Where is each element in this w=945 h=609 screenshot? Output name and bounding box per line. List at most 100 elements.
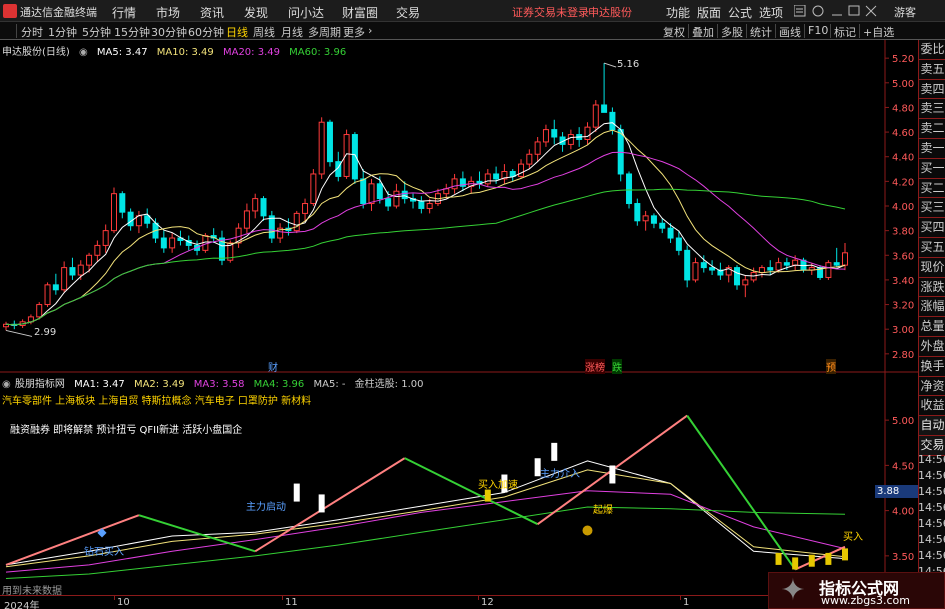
y-tick-label: 4.00 [892, 202, 914, 213]
candle-body [418, 200, 425, 209]
tool-add-watchlist[interactable]: +自选 [863, 24, 894, 40]
panel-item-sell3[interactable]: 卖三 [919, 99, 945, 120]
menu-item-news[interactable]: 资讯 [200, 4, 224, 21]
period-tab-5min[interactable]: 5分钟 [82, 24, 111, 40]
kline-chart-panel[interactable]: 5.20 5.00 4.80 4.60 4.40 4.20 4.00 3.80 3.60 3.40… [0, 40, 945, 374]
event-marker-gainers[interactable]: 涨榜 [585, 359, 605, 374]
candle-body [268, 215, 275, 239]
panel-item-netasset[interactable]: 净资 [919, 377, 945, 397]
candle-body [36, 304, 43, 318]
signal-bar [293, 483, 300, 502]
panel-item-buy5[interactable]: 买五 [919, 238, 945, 258]
y-tick-label: 3.20 [892, 301, 914, 312]
candle-body [160, 237, 167, 249]
menu-item-layout[interactable]: 版面 [697, 4, 721, 21]
y-tick-label: 3.00 [892, 325, 914, 336]
period-tab-more[interactable]: 更多 [343, 24, 365, 40]
event-marker-finance[interactable]: 财 [268, 359, 278, 374]
menu-item-markets[interactable]: 市场 [156, 4, 180, 21]
event-marker-forecast[interactable]: 预 [826, 359, 836, 374]
watermark-logo: ✦ 指标公式网 www.zbgs3.com [768, 572, 945, 609]
candle-body [119, 193, 126, 213]
panel-item-outer[interactable]: 外盘 [919, 337, 945, 357]
panel-item-buy2[interactable]: 买二 [919, 179, 945, 199]
ignite-icon [582, 525, 593, 536]
period-tab-intraday[interactable]: 分时 [21, 24, 43, 40]
panel-item-turnover[interactable]: 换手 [919, 357, 945, 377]
signal-diamond-buy: 钻石买入 [84, 547, 124, 558]
indicator-chart-panel[interactable]: 5.00 4.50 4.00 3.50 ◆ ◉ 股朋指标网 MA1: 3.47 MA2:… [0, 373, 945, 595]
menu-item-trade[interactable]: 交易 [396, 4, 420, 21]
guest-label[interactable]: 游客 [894, 4, 916, 20]
y-tick-label: 4.20 [892, 177, 914, 188]
panel-item-sell1[interactable]: 卖一 [919, 139, 945, 159]
event-marker-losers[interactable]: 跌 [612, 359, 622, 374]
tick-time: 14:56 [918, 501, 945, 514]
panel-item-sell2[interactable]: 卖二 [919, 119, 945, 139]
panel-item-pct[interactable]: 涨幅 [919, 297, 945, 318]
period-tab-30min[interactable]: 30分钟 [151, 24, 187, 40]
panel-item-buy1[interactable]: 买一 [919, 159, 945, 179]
period-tab-60min[interactable]: 60分钟 [188, 24, 224, 40]
indicator-settings-icon[interactable]: ◉ [2, 379, 11, 390]
period-tab-weekly[interactable]: 周线 [253, 24, 275, 40]
panel-item-sell4[interactable]: 卖四 [919, 80, 945, 100]
maximize-icon[interactable] [848, 5, 860, 16]
login-status[interactable]: 证券交易未登录 [512, 4, 589, 20]
panel-item-weibi[interactable]: 委比 [919, 40, 945, 60]
period-tab-multi[interactable]: 多周期 [308, 24, 341, 40]
candle-body [609, 111, 616, 131]
panel-item-sell5[interactable]: 卖五 [919, 60, 945, 80]
future-data-note: 用到未来数据 [2, 586, 62, 597]
candle-body [592, 104, 599, 128]
close-icon[interactable] [865, 5, 877, 17]
panel-item-price[interactable]: 现价 [919, 258, 945, 278]
candle-body [667, 227, 674, 239]
panel-item-volume[interactable]: 总量 [919, 317, 945, 337]
tool-fuquan[interactable]: 复权 [663, 24, 685, 40]
panel-item-buy4[interactable]: 买四 [919, 218, 945, 238]
tool-multistock[interactable]: 多股 [721, 24, 743, 40]
ma20-label: MA20: 3.49 [222, 47, 280, 58]
kline-chart-svg[interactable]: 5.20 5.00 4.80 4.60 4.40 4.20 4.00 3.80 3.60 3.40… [0, 40, 945, 373]
candle-body [842, 252, 848, 266]
candle-body [833, 262, 840, 266]
y-tick-label: 4.40 [892, 153, 914, 164]
candle-body [692, 262, 699, 281]
y-tick-label: 5.00 [892, 79, 914, 90]
tool-overlay[interactable]: 叠加 [692, 24, 714, 40]
tool-stats[interactable]: 统计 [750, 24, 772, 40]
panel-item-change[interactable]: 涨跌 [919, 278, 945, 298]
menu-item-ask[interactable]: 问小达 [288, 4, 324, 21]
menu-item-options[interactable]: 选项 [759, 4, 783, 21]
period-tab-1min[interactable]: 1分钟 [48, 24, 77, 40]
ma20-line [5, 151, 846, 326]
skin-icon[interactable] [812, 5, 824, 17]
panel-item-auto[interactable]: 自动 [919, 416, 945, 436]
candle-body [792, 259, 799, 266]
menu-item-discover[interactable]: 发现 [244, 4, 268, 21]
ind-ma2-label: MA2: 3.49 [133, 379, 185, 390]
menu-item-function[interactable]: 功能 [666, 4, 690, 21]
current-value-badge: 3.88 [875, 485, 918, 498]
menu-item-market[interactable]: 行情 [112, 4, 136, 21]
candle-body [742, 279, 749, 286]
y-tick-label: 5.20 [892, 54, 914, 65]
ind-ma3-label: MA3: 3.58 [193, 379, 245, 390]
y-tick-label: 2.80 [892, 350, 914, 361]
period-tab-monthly[interactable]: 月线 [281, 24, 303, 40]
ma-settings-icon[interactable]: ◉ [79, 47, 88, 58]
tool-f10[interactable]: F10 [808, 24, 828, 37]
panel-item-buy3[interactable]: 买三 [919, 198, 945, 219]
panel-item-eps[interactable]: 收益 [919, 396, 945, 417]
menu-icon[interactable] [794, 5, 806, 17]
chevron-right-icon[interactable]: › [368, 24, 372, 37]
tool-mark[interactable]: 标记 [834, 24, 856, 40]
candle-body [426, 203, 433, 209]
candle-body [617, 129, 624, 175]
period-tab-daily[interactable]: 日线 [226, 24, 248, 40]
period-tab-15min[interactable]: 15分钟 [114, 24, 150, 40]
tool-draw[interactable]: 画线 [779, 24, 801, 40]
menu-item-formula[interactable]: 公式 [728, 4, 752, 21]
menu-item-wealth[interactable]: 财富圈 [342, 4, 378, 21]
